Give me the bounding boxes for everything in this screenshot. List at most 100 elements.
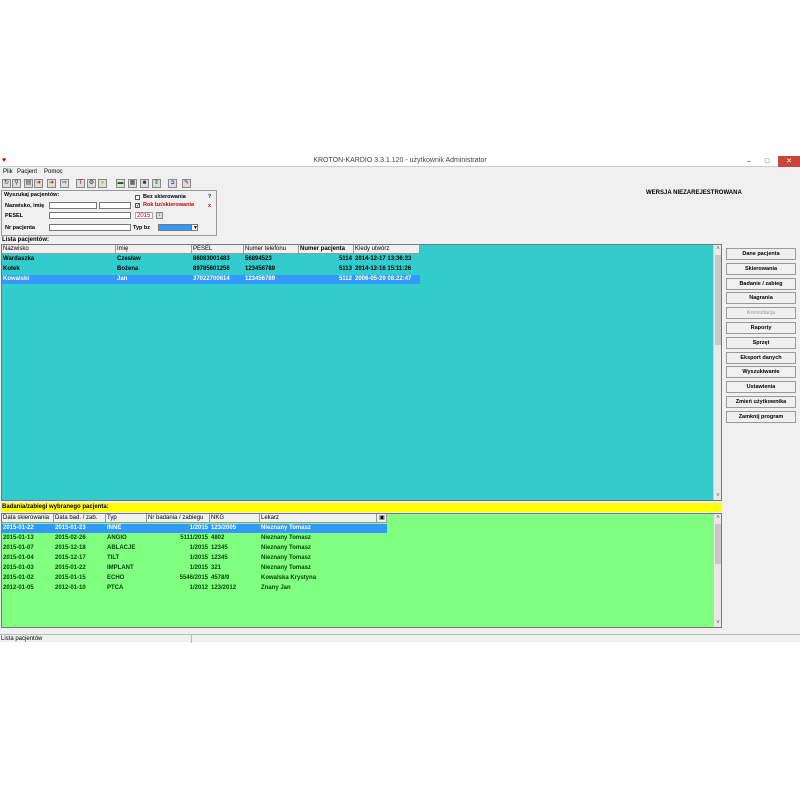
action-button-badanie-zabieg[interactable]: Badanie / zabieg <box>726 277 796 290</box>
action-button-zmień-użytkownika[interactable]: Zmień użytkownika <box>726 396 796 408</box>
tool-refresh-icon[interactable]: ↻ <box>2 179 11 188</box>
exam-cell: 4802 <box>211 535 225 541</box>
exam-cell: TILT <box>107 555 120 561</box>
action-button-zamknij-program[interactable]: Zamknij program <box>726 410 796 423</box>
exam-col-header[interactable]: NKG <box>210 514 260 523</box>
no-referral-checkbox[interactable] <box>135 195 140 200</box>
patient-col-header[interactable]: Imię <box>116 245 192 254</box>
year-input[interactable]: 2015 <box>135 212 153 219</box>
patient-col-header[interactable]: Numer telefonu <box>244 245 299 254</box>
tool-prev-icon[interactable]: ➔ <box>47 179 56 188</box>
action-button-sprzęt[interactable]: Sprzęt <box>726 336 796 349</box>
menu-bar: Plik Pacjent Pomoc <box>0 168 800 177</box>
exam-cell: Kowalska Krystyna <box>261 575 317 581</box>
exam-col-header[interactable]: Lekarz <box>260 514 377 523</box>
menu-plik[interactable]: Plik <box>3 169 13 175</box>
dropdown-arrow-icon[interactable]: ▼ <box>191 224 198 231</box>
toolbar: ↻ ⚲ ▤ ➜ ➔ ⇨ T ⚙ ● ▬ ▦ ☻ ⇕ ➲ ✎ <box>0 178 200 190</box>
exam-col-header[interactable]: Data skierowania <box>2 514 54 523</box>
surname-input[interactable] <box>49 202 97 209</box>
scroll-thumb[interactable] <box>715 524 721 564</box>
patient-row[interactable]: Wardaszka Czesław 86083001483 56894523 5114 2… <box>2 255 420 264</box>
exam-cell: PTCA <box>107 585 124 591</box>
exam-row[interactable]: 2015-01-22 2015-01-23 INNE 1/2015 123/2005 Ni… <box>2 524 387 533</box>
exam-row[interactable]: 2015-01-03 2015-01-22 IMPLANT 1/2015 321 Niez… <box>2 564 387 573</box>
action-button-konsultacja[interactable]: Konsultacja <box>726 307 796 320</box>
search-panel: Wyszukaj pacjentów: Nazwisko, imię PESEL… <box>1 190 217 236</box>
close-button[interactable]: ✕ <box>778 156 800 167</box>
tool-arrows-icon[interactable]: ⇕ <box>152 179 161 188</box>
exam-row[interactable]: 2015-01-13 2015-02-26 ANGIO 5111/2015 4802 Ni… <box>2 534 387 543</box>
action-button-raporty[interactable]: Raporty <box>726 322 796 334</box>
scroll-down-icon[interactable]: ˅ <box>714 619 722 627</box>
exam-cell: Nieznany Tomasz <box>261 525 311 531</box>
exam-row[interactable]: 2015-01-04 2015-12-17 TILT 1/2015 12345 Niezn… <box>2 554 387 563</box>
tool-search-icon[interactable]: ⚲ <box>12 179 21 188</box>
year-checkbox[interactable]: ✓ <box>135 203 140 209</box>
action-button-eksport-danych[interactable]: Eksport danych <box>726 351 796 364</box>
exam-row[interactable]: 2015-01-02 2015-01-15 ECHO 5546/2015 4578/9 K… <box>2 574 387 583</box>
exam-cell: 2015-01-04 <box>3 555 34 561</box>
exam-col-header[interactable]: Nr badania / zabiegu <box>147 514 210 523</box>
search-title: Wyszukaj pacjentów: <box>4 192 60 198</box>
print-icon[interactable]: ▣ <box>377 514 387 523</box>
patient-cell: 5114 <box>338 256 352 262</box>
tool-patient-icon[interactable]: ▤ <box>24 179 33 188</box>
tool-exit-icon[interactable]: ➲ <box>168 179 177 188</box>
exam-cell: 1/2015 <box>189 565 208 571</box>
action-button-skierowania[interactable]: Skierowania <box>726 262 796 275</box>
action-button-ustawienia[interactable]: Ustawienia <box>726 381 796 394</box>
patient-row[interactable]: Kotek Bożena 89785601256 123456789 5113 2014-… <box>2 265 420 274</box>
pesel-input[interactable] <box>49 212 131 219</box>
minimize-button[interactable]: – <box>742 156 756 167</box>
action-button-nagrania[interactable]: Nagrania <box>726 292 796 305</box>
year-spin-icon[interactable]: ↕ <box>156 212 163 219</box>
exam-cell: 2015-01-15 <box>55 575 86 581</box>
exam-cell: 2012-01-05 <box>3 585 34 591</box>
patient-no-input[interactable] <box>49 224 131 231</box>
clear-icon[interactable]: x <box>208 203 211 209</box>
exam-cell: 2015-01-22 <box>55 565 86 571</box>
patient-cell: 37022700614 <box>193 276 230 282</box>
exam-cell: 123/2005 <box>211 525 237 531</box>
scroll-down-icon[interactable]: ˅ <box>714 492 722 500</box>
exam-cell: Znany Jan <box>261 585 291 591</box>
patient-col-header[interactable]: Numer pacjenta <box>299 245 354 254</box>
patient-col-header[interactable]: Kiedy utwórz <box>354 245 420 254</box>
firstname-input[interactable] <box>99 202 131 209</box>
vertical-scrollbar[interactable]: ˄ ˅ <box>713 514 721 627</box>
patient-cell: 5112 <box>338 276 352 282</box>
tool-text-icon[interactable]: T <box>76 179 85 188</box>
tool-book-icon[interactable]: ✎ <box>182 179 191 188</box>
vertical-scrollbar[interactable]: ˄ ˅ <box>713 245 721 500</box>
patient-cell: Kowalski <box>3 276 30 282</box>
tool-bulb-icon[interactable]: ● <box>98 179 107 188</box>
tool-export-icon[interactable]: ⇨ <box>60 179 69 188</box>
tool-report-icon[interactable]: ▦ <box>128 179 137 188</box>
no-referral-label: Bez skierowania <box>143 194 186 200</box>
tool-ecg-icon[interactable]: ▬ <box>116 179 125 188</box>
menu-pomoc[interactable]: Pomoc <box>44 169 63 175</box>
patient-row[interactable]: Kowalski Jan 37022700614 123456789 5112 2006-… <box>2 275 420 284</box>
menu-pacjent[interactable]: Pacjent <box>17 169 37 175</box>
patient-col-header[interactable]: Nazwisko <box>2 245 116 254</box>
exam-row[interactable]: 2015-01-07 2015-12-18 ABLACJE 1/2015 12345 Ni… <box>2 544 387 553</box>
application-window: ♥ KROTON-KARDIO 3.3.1.120 - użytkownik A… <box>0 156 800 643</box>
scroll-up-icon[interactable]: ˄ <box>714 245 722 253</box>
exam-col-header[interactable]: Data bad. / zab. <box>54 514 106 523</box>
action-button-wyszukiwanie[interactable]: Wyszukiwanie <box>726 366 796 379</box>
exam-cell: 1/2015 <box>189 555 208 561</box>
tool-next-icon[interactable]: ➜ <box>34 179 43 188</box>
exam-row[interactable]: 2012-01-05 2012-01-10 PTCA 1/2012 123/2012 Zn… <box>2 584 387 593</box>
patient-col-header[interactable]: PESEL <box>192 245 244 254</box>
tool-user-icon[interactable]: ☻ <box>140 179 149 188</box>
maximize-button[interactable]: □ <box>760 156 774 167</box>
patient-cell: Kotek <box>3 266 20 272</box>
patient-cell: Bożena <box>117 266 139 272</box>
tool-tools-icon[interactable]: ⚙ <box>87 179 96 188</box>
action-button-dane-pacjenta[interactable]: Dane pacjenta <box>726 248 796 260</box>
scroll-thumb[interactable] <box>715 255 721 345</box>
exam-col-header[interactable]: Typ <box>106 514 147 523</box>
help-icon[interactable]: ? <box>208 194 211 200</box>
scroll-up-icon[interactable]: ˄ <box>714 514 722 522</box>
